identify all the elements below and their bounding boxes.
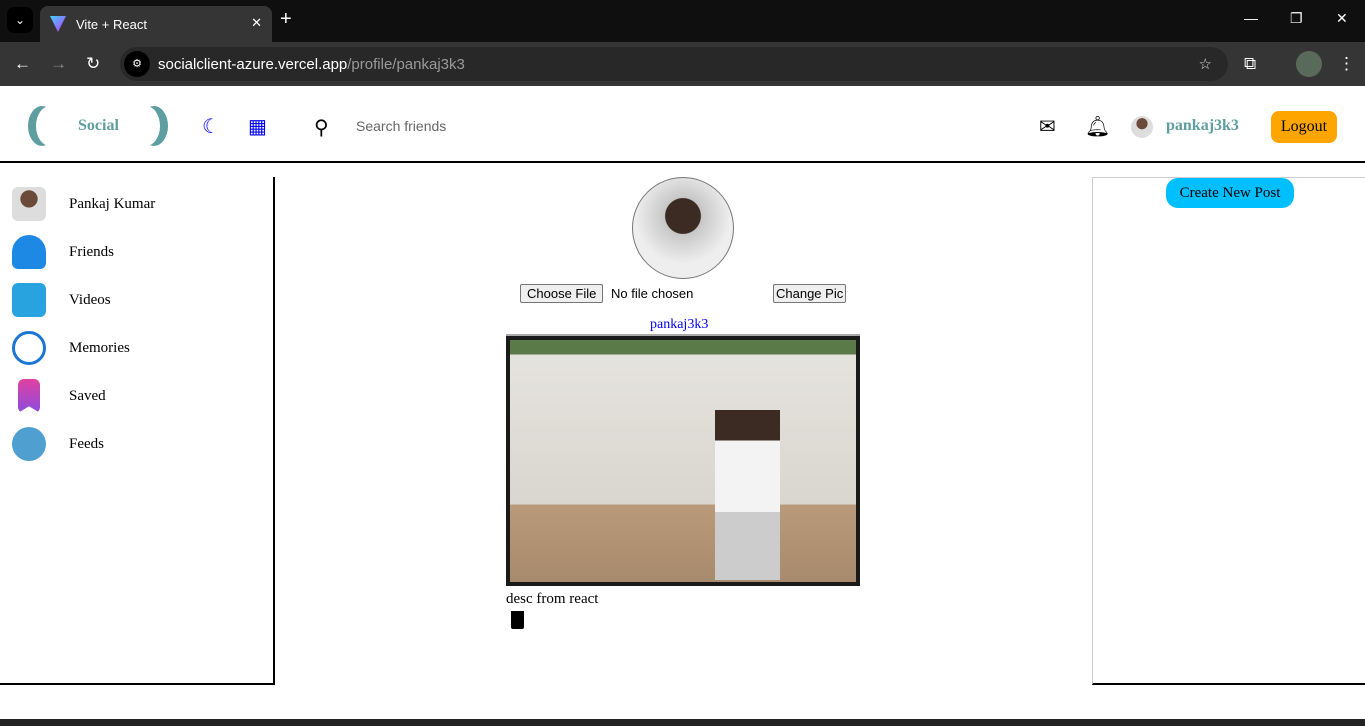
left-sidebar: Pankaj Kumar Friends Videos Memories Sav… [0,177,275,685]
delete-trash-icon[interactable] [511,611,524,629]
sidebar-item-label: Pankaj Kumar [69,195,156,212]
brand-text: Social [78,117,119,134]
sidebar-item-label: Feeds [69,435,104,452]
close-window-button[interactable]: ✕ [1336,10,1348,27]
feeds-icon [12,427,46,461]
browser-tab-strip: ⌄ Vite + React ✕ + — ❐ ✕ [0,0,1365,42]
video-icon [12,283,46,317]
taskbar-edge [0,719,1365,726]
sidebar-item-label: Videos [69,291,111,308]
sidebar-item-label: Friends [69,243,114,260]
url-path: /profile/pankaj3k3 [347,55,465,73]
user-avatar-icon [12,187,46,221]
clock-icon [12,331,46,365]
sidebar-item-videos[interactable]: Videos [12,283,111,317]
vite-icon [50,16,66,32]
sidebar-item-feeds[interactable]: Feeds [12,427,104,461]
dark-mode-moon-icon[interactable]: ☾ [202,114,220,139]
sidebar-item-friends[interactable]: Friends [12,235,114,269]
change-pic-button[interactable]: Change Pic [773,284,847,303]
search-input[interactable] [356,118,556,134]
brand-logo[interactable]: Social [28,106,168,146]
minimize-button[interactable]: — [1244,10,1258,26]
sidebar-item-memories[interactable]: Memories [12,331,130,365]
bell-icon[interactable]: 🔔︎ [1085,114,1110,139]
create-post-button[interactable]: Create New Post [1166,178,1294,208]
mail-icon[interactable]: ✉ [1039,114,1056,139]
right-sidebar: Create New Post [1092,177,1365,685]
reload-button[interactable]: ↻ [86,54,100,74]
logout-button[interactable]: Logout [1271,111,1337,143]
file-status: No file chosen [611,286,694,301]
tab-title: Vite + React [76,16,147,32]
bookmark-star-icon[interactable]: ☆ [1199,55,1212,73]
bookmark-icon [18,379,40,413]
post-username[interactable]: pankaj3k3 [650,317,708,333]
menu-icon[interactable]: ⋮ [1338,54,1355,74]
site-settings-icon[interactable]: ⚙ [124,51,150,77]
user-avatar[interactable] [1131,116,1153,138]
back-button[interactable]: ← [14,54,31,74]
tab-search-button[interactable]: ⌄ [7,7,33,33]
post-image [506,334,860,586]
apps-grid-icon[interactable]: ▦ [248,114,267,139]
close-tab-icon[interactable]: ✕ [251,15,262,31]
restore-button[interactable]: ❐ [1290,10,1303,27]
header-username[interactable]: pankaj3k3 [1166,117,1239,135]
search-icon: ⚲ [314,117,329,139]
friends-icon [12,235,46,269]
forward-button[interactable]: → [50,54,67,74]
choose-file-button[interactable]: Choose File [520,284,604,303]
app-header: Social ☾ ▦ ⚲ ✉ 🔔︎ pankaj3k3 Logout [0,86,1365,163]
browser-tab[interactable]: Vite + React ✕ [40,6,272,42]
address-bar[interactable]: ⚙ socialclient-azure.vercel.app/profile/… [120,47,1228,81]
sidebar-item-label: Saved [69,387,106,404]
post-description: desc from react [506,591,599,607]
url-host: socialclient-azure.vercel.app [158,55,348,73]
sidebar-item-label: Memories [69,339,130,356]
browser-toolbar: ← → ↻ ⚙ socialclient-azure.vercel.app/pr… [0,42,1365,86]
sidebar-item-saved[interactable]: Saved [12,379,106,413]
profile-picture [632,177,734,279]
sidebar-item-profile[interactable]: Pankaj Kumar [12,187,155,221]
profile-avatar[interactable] [1296,51,1322,77]
new-tab-button[interactable]: + [280,8,292,31]
extensions-icon[interactable]: ⧉ [1244,54,1256,74]
